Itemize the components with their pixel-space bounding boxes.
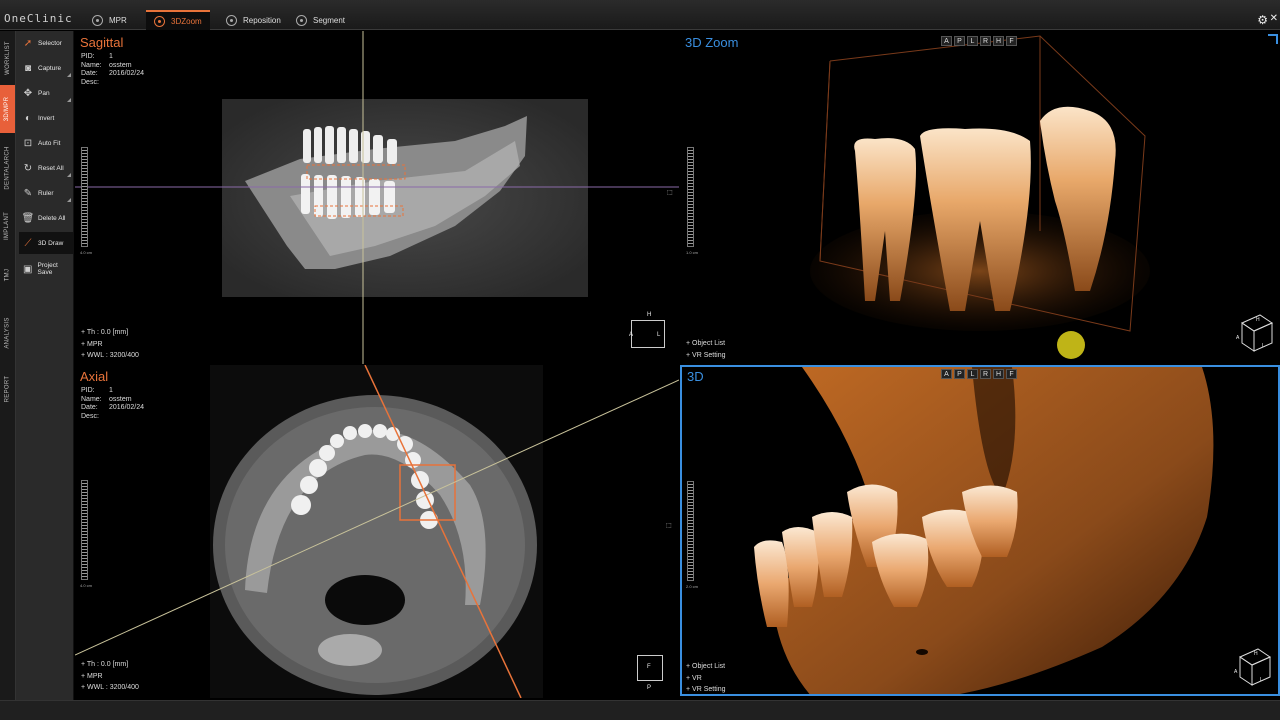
tool-3d-draw[interactable]: ⟋ 3D Draw xyxy=(19,232,73,254)
object-list-toggle[interactable]: + Object List xyxy=(686,338,726,350)
svg-text:L: L xyxy=(1260,677,1263,683)
tool-invert[interactable]: ◐ Invert xyxy=(19,107,73,129)
orient-l-button[interactable]: L xyxy=(967,369,978,379)
app-logo: OneClinic xyxy=(4,12,73,25)
orientation-cube-icon[interactable]: H A L xyxy=(1236,313,1276,357)
save-icon: ▣ xyxy=(23,263,33,275)
3d-render xyxy=(754,367,1214,694)
cursor-icon: ➚ xyxy=(23,37,33,49)
orientation-buttons: A P L R H F xyxy=(941,369,1017,379)
tool-capture[interactable]: ◙ Capture xyxy=(19,57,73,79)
scale-bar xyxy=(81,147,88,247)
svg-text:H: H xyxy=(1254,651,1258,657)
segment-icon xyxy=(296,14,307,26)
orient-l-button[interactable]: L xyxy=(967,36,978,46)
orientation-buttons: A P L R H F xyxy=(941,36,1017,46)
scale-bar xyxy=(687,481,694,581)
3d-title: 3D xyxy=(687,369,704,384)
3d-footer: + Object List + VR + VR Setting xyxy=(686,661,726,694)
sagittal-title: Sagittal xyxy=(80,35,124,50)
orient-f-button[interactable]: F xyxy=(1006,369,1017,379)
tool-autofit[interactable]: ⊡ Auto Fit xyxy=(19,132,73,154)
scale-bar xyxy=(81,480,88,580)
vr-setting-toggle[interactable]: + VR Setting xyxy=(686,684,726,694)
orient-h-button[interactable]: H xyxy=(993,369,1004,379)
ruler-icon: ✎ xyxy=(23,187,33,199)
tab-mpr[interactable]: MPR xyxy=(84,10,135,30)
tool-reset-all[interactable]: ↻ Reset All xyxy=(19,157,73,179)
reset-icon: ↻ xyxy=(23,162,33,174)
orient-r-button[interactable]: R xyxy=(980,369,991,379)
tab-reposition[interactable]: Reposition xyxy=(218,10,289,30)
axial-title: Axial xyxy=(80,369,109,384)
trash-icon: 🗑 xyxy=(21,212,35,224)
vtab-worklist[interactable]: WORKLIST xyxy=(0,35,15,81)
orient-p-button[interactable]: P xyxy=(954,369,965,379)
handle-icon[interactable]: ⬚ xyxy=(667,189,673,196)
svg-text:L: L xyxy=(1262,343,1265,349)
sagittal-viewport[interactable]: Sagittal PID: 1 Name: osstem Date: 2016/02/… xyxy=(75,31,679,364)
pan-icon: ✥ xyxy=(23,87,33,99)
3d-zoom-title: 3D Zoom xyxy=(685,35,739,50)
3d-zoom-render xyxy=(810,35,1150,359)
svg-text:H: H xyxy=(1256,317,1260,323)
vr-setting-toggle[interactable]: + VR Setting xyxy=(686,350,726,362)
top-toolbar: OneClinic MPR 3DZoom Reposition Segment … xyxy=(0,0,1280,30)
3d-zoom-viewport[interactable]: 3D Zoom A P L R H F 1.0 cm + Object List… xyxy=(680,31,1280,364)
status-bar xyxy=(0,700,1280,720)
tool-delete-all[interactable]: 🗑 Delete All xyxy=(19,207,73,229)
autofit-icon: ⊡ xyxy=(23,137,33,149)
vtab-3dmpr[interactable]: 3D/MPR xyxy=(0,85,15,133)
3d-viewport[interactable]: 3D A P L R H F 2.0 cm + Object List + VR… xyxy=(680,365,1280,696)
orientation-indicator: H A L xyxy=(629,312,665,348)
camera-icon: ◙ xyxy=(24,62,32,74)
orient-h-button[interactable]: H xyxy=(993,36,1004,46)
gear-icon[interactable]: ⚙ xyxy=(1257,13,1268,27)
patient-info: PID: 1 Name: osstem Date: 2016/02/24 Desc: xyxy=(81,387,145,420)
vertical-module-tabs: WORKLIST 3D/MPR DENTALARCH IMPLANT TMJ A… xyxy=(0,31,16,700)
mpr-icon xyxy=(92,14,103,26)
patient-info: PID: 1 Name: osstem Date: 2016/02/24 Desc: xyxy=(81,53,145,86)
draw-icon: ⟋ xyxy=(24,237,32,249)
orient-a-button[interactable]: A xyxy=(941,369,952,379)
tool-ruler[interactable]: ✎ Ruler xyxy=(19,182,73,204)
tab-3dzoom[interactable]: 3DZoom xyxy=(146,10,210,30)
tool-project-save[interactable]: ▣ Project Save xyxy=(19,258,73,280)
orient-f-button[interactable]: F xyxy=(1006,36,1017,46)
sagittal-image xyxy=(75,31,679,364)
axial-image xyxy=(75,365,679,698)
tab-segment[interactable]: Segment xyxy=(288,10,353,30)
tool-pan[interactable]: ✥ Pan xyxy=(19,82,73,104)
close-icon[interactable]: ✕ xyxy=(1270,13,1278,24)
vr-toggle[interactable]: + VR xyxy=(686,673,726,685)
orient-a-button[interactable]: A xyxy=(941,36,952,46)
orient-p-button[interactable]: P xyxy=(954,36,965,46)
orientation-cube-icon[interactable]: H A L xyxy=(1234,647,1274,691)
vtab-report[interactable]: REPORT xyxy=(0,367,15,411)
sagittal-footer: + Th : 0.0 [mm] + MPR + WWL : 3200/400 xyxy=(81,329,139,359)
object-list-toggle[interactable]: + Object List xyxy=(686,661,726,673)
reposition-icon xyxy=(226,14,237,26)
tool-selector[interactable]: ➚ Selector xyxy=(19,32,73,54)
axial-viewport[interactable]: Axial PID: 1 Name: osstem Date: 2016/02/24 … xyxy=(75,365,679,698)
svg-text:A: A xyxy=(1236,335,1240,341)
vtab-dentalarch[interactable]: DENTALARCH xyxy=(0,137,15,199)
3dzoom-icon xyxy=(154,15,165,27)
tool-panel: ➚ Selector ◙ Capture ✥ Pan ◐ Invert ⊡ Auto Fi… xyxy=(16,31,74,700)
vtab-analysis[interactable]: ANALYSIS xyxy=(0,307,15,359)
svg-text:A: A xyxy=(1234,669,1238,675)
handle-icon[interactable]: ⬚ xyxy=(666,522,672,529)
scale-bar xyxy=(687,147,694,247)
vtab-tmj[interactable]: TMJ xyxy=(0,257,15,293)
axial-footer: + Th : 0.0 [mm] + MPR + WWL : 3200/400 xyxy=(81,661,139,691)
invert-icon: ◐ xyxy=(24,112,32,124)
orient-r-button[interactable]: R xyxy=(980,36,991,46)
3d-zoom-footer: + Object List + VR Setting xyxy=(686,338,726,361)
orientation-indicator: F P xyxy=(637,655,663,691)
vtab-implant[interactable]: IMPLANT xyxy=(0,203,15,249)
